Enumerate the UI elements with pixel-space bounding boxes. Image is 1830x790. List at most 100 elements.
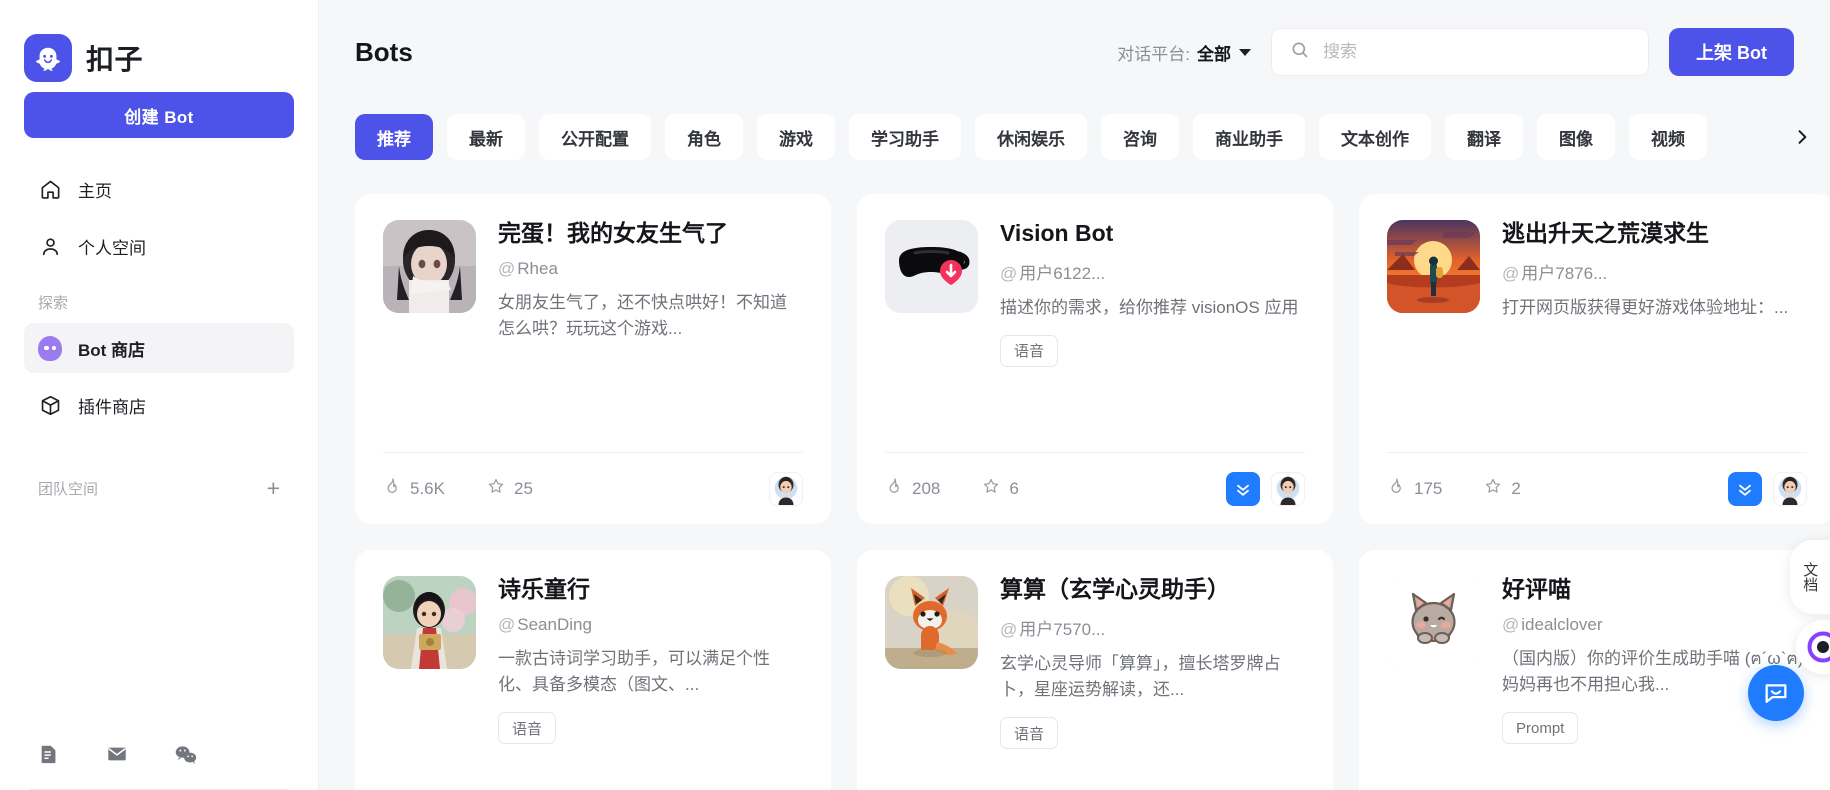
avatar[interactable] [769,471,803,506]
team-space-label: 团队空间 [38,480,99,498]
star-icon [487,477,505,500]
bot-author-name: Rhea [517,258,558,278]
wechat-icon[interactable] [174,743,198,767]
bot-description: 打开网页版获得更好游戏体验地址：... [1502,297,1789,317]
sidebar-section-explore: 探索 [38,295,69,312]
card-footer-right [1226,471,1305,506]
brand-name: 扣子 [86,43,144,75]
category-chip[interactable]: 休闲娱乐 [975,114,1087,160]
topbar: Bots 对话平台: 全部 上架 Bot [319,0,1830,104]
card-top: Vision Bot @ 用户6122... 描述你的需求，给你推荐 vision… [885,220,1305,367]
bot-author: @ 用户6122... [1000,259,1305,284]
flame-icon [1387,477,1405,500]
team-space-row[interactable]: 团队空间 + [24,471,294,505]
card-top: 好评喵 @ idealclover （国内版）你的评价生成助手喵 (ฅ´ω`ฅ) … [1387,576,1807,745]
sidebar-item-bot-store[interactable]: Bot 商店 [24,323,294,373]
card-top: 逃出升天之荒漠求生 @ 用户7876... 打开网页版获得更好游戏体验地址：... [1387,220,1807,321]
avatar[interactable] [1271,471,1305,506]
bot-title: 完蛋！我的女友生气了 [498,220,728,246]
brand[interactable]: 扣子 [24,0,294,92]
search-box[interactable] [1271,28,1649,76]
bot-author-name: 用户7876... [1521,263,1608,283]
create-bot-button[interactable]: 创建 Bot [24,92,294,138]
bot-author-name: idealclover [1521,614,1603,634]
hot-count: 208 [912,478,941,498]
search-input[interactable] [1323,42,1630,62]
category-chip[interactable]: 最新 [447,114,525,160]
category-chip[interactable]: 公开配置 [539,114,651,160]
card-footer-right [769,471,803,506]
at-symbol: @ [1000,263,1018,283]
plus-icon[interactable]: + [267,476,280,500]
category-chip[interactable]: 学习助手 [849,114,961,160]
sidebar-item-label: 主页 [78,181,112,201]
category-chips: 推荐 最新 公开配置 角色 游戏 学习助手 休闲娱乐 咨询 商业助手 文本创作 翻译 图像 视频 [319,104,1830,170]
bot-author-name: SeanDing [517,614,592,634]
bot-title: Vision Bot [1000,220,1114,246]
bot-title: 好评喵 [1502,576,1571,602]
at-symbol: @ [1000,619,1018,639]
bot-avatar [383,220,476,313]
at-symbol: @ [498,614,516,634]
flame-icon [383,477,401,500]
download-badge-icon[interactable] [1226,471,1260,506]
card-footer: 208 6 [885,452,1305,524]
category-chip[interactable]: 图像 [1537,114,1615,160]
bot-card[interactable]: 完蛋！我的女友生气了 @ Rhea 女朋友生气了，还不快点哄好！不知道怎么哄？玩玩… [355,194,831,524]
category-chip[interactable]: 翻译 [1445,114,1523,160]
bot-description: 一款古诗词学习助手，可以满足个性化、具备多模态（图文、... [498,648,770,694]
star-count: 6 [1009,478,1019,498]
bot-card[interactable]: Vision Bot @ 用户6122... 描述你的需求，给你推荐 vision… [857,194,1333,524]
page-title: Bots [355,36,413,67]
coze-ghost-logo-icon [24,33,72,82]
platform-filter-label: 对话平台: [1117,44,1190,64]
home-icon [38,177,62,201]
bot-author: @ Rhea [498,259,803,279]
category-chip[interactable]: 咨询 [1101,114,1179,160]
avatar[interactable] [1773,471,1807,506]
star-icon [1484,477,1502,500]
bot-tag: Prompt [1502,712,1579,745]
download-badge-icon[interactable] [1728,471,1762,506]
sidebar: 扣子 创建 Bot 主页 个人空间 探索 Bot 商店 插件商店 团队空间 + [0,0,319,790]
bot-avatar [1387,576,1480,669]
bot-avatar [1387,220,1480,313]
cube-icon [38,393,62,417]
category-chip[interactable]: 商业助手 [1193,114,1305,160]
star-stat: 2 [1484,477,1521,500]
bot-card[interactable]: 逃出升天之荒漠求生 @ 用户7876... 打开网页版获得更好游戏体验地址：...… [1359,194,1830,524]
app-root: 扣子 创建 Bot 主页 个人空间 探索 Bot 商店 插件商店 团队空间 + … [0,0,1830,790]
category-chip[interactable]: 推荐 [355,114,433,160]
star-count: 25 [513,478,533,498]
bot-avatar [885,576,978,669]
platform-filter[interactable]: 对话平台: 全部 [1117,40,1251,65]
sidebar-item-home[interactable]: 主页 [24,164,294,214]
sidebar-item-plugin-store[interactable]: 插件商店 [24,380,294,430]
at-symbol: @ [498,258,516,278]
category-chip[interactable]: 文本创作 [1319,114,1431,160]
bot-author: @ SeanDing [498,615,803,635]
bot-avatar [885,220,978,313]
chat-bubble-icon[interactable] [1748,665,1804,721]
hot-stat: 175 [1387,477,1442,500]
bot-card[interactable]: 算算（玄学心灵助手） @ 用户7570... 玄学心灵导师「算算」，擅长塔罗牌占卜… [857,550,1333,790]
star-icon [982,477,1000,500]
at-symbol: @ [1502,263,1520,283]
bot-title: 逃出升天之荒漠求生 [1502,220,1709,246]
publish-bot-button[interactable]: 上架 Bot [1669,28,1794,76]
document-icon[interactable] [38,743,62,767]
card-body: 完蛋！我的女友生气了 @ Rhea 女朋友生气了，还不快点哄好！不知道怎么哄？玩玩… [498,220,803,342]
category-chip[interactable]: 视频 [1629,114,1707,160]
star-stat: 6 [982,477,1019,500]
bot-title: 算算（玄学心灵助手） [1000,576,1230,602]
category-chip[interactable]: 角色 [665,114,743,160]
floating-docs-pill[interactable]: 文档 [1790,540,1830,614]
sidebar-item-personal-space[interactable]: 个人空间 [24,221,294,271]
card-body: Vision Bot @ 用户6122... 描述你的需求，给你推荐 vision… [1000,220,1305,367]
chevron-right-icon[interactable] [1788,114,1816,160]
category-chip[interactable]: 游戏 [757,114,835,160]
bot-card[interactable]: 诗乐童行 @ SeanDing 一款古诗词学习助手，可以满足个性化、具备多模态（图… [355,550,831,790]
bot-title: 诗乐童行 [498,576,590,602]
mail-icon[interactable] [106,743,130,767]
card-body: 逃出升天之荒漠求生 @ 用户7876... 打开网页版获得更好游戏体验地址：... [1502,220,1807,321]
